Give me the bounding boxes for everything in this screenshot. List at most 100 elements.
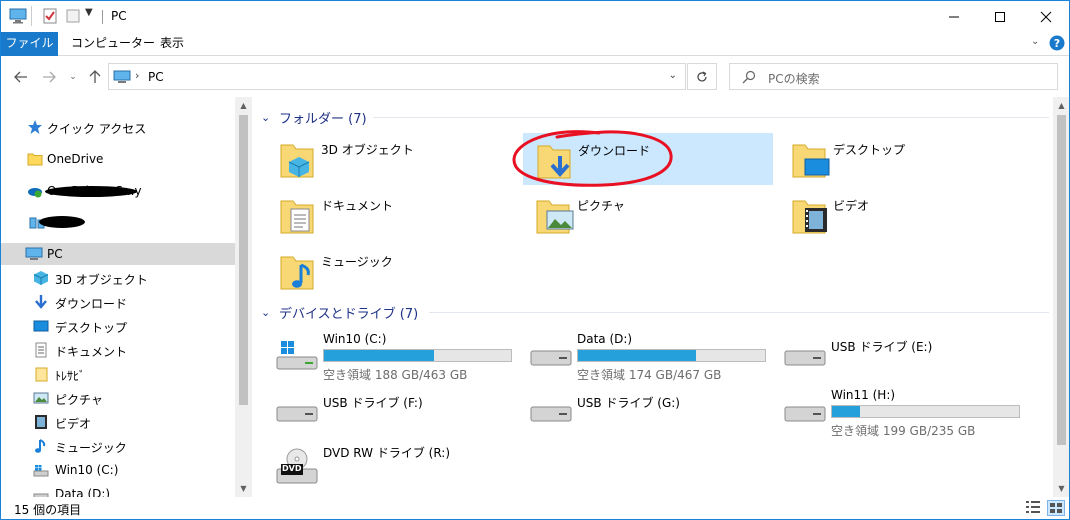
close-button[interactable] xyxy=(1023,1,1069,32)
search-icon xyxy=(742,70,756,87)
drive-tile-g[interactable]: USB ドライブ (G:) xyxy=(521,385,771,437)
maximize-button[interactable] xyxy=(977,1,1023,32)
drive-tile-f[interactable]: USB ドライブ (F:) xyxy=(267,385,517,437)
recent-locations-dropdown-icon[interactable]: ⌄ xyxy=(65,69,81,85)
folder-icon xyxy=(33,366,49,382)
3d-objects-folder-icon xyxy=(279,139,315,179)
folder-tile-desktop[interactable]: デスクトップ xyxy=(779,133,1029,185)
folder-name: ビデオ xyxy=(833,199,870,213)
nav-item-data-d[interactable]: Data (D:) xyxy=(1,483,235,497)
nav-label: クイック アクセス xyxy=(47,122,147,136)
back-button[interactable] xyxy=(13,69,29,85)
drive-tile-c[interactable]: Win10 (C:) 空き領域 188 GB/463 GB xyxy=(267,329,517,382)
folder-tile-downloads[interactable]: ダウンロード xyxy=(523,133,773,185)
tab-file[interactable]: ファイル xyxy=(1,32,58,56)
quick-access-toolbar-dropdown-icon[interactable]: ▼ xyxy=(85,7,93,18)
drive-usage-fill xyxy=(832,406,861,417)
drives-group-header[interactable]: ⌄ デバイスとドライブ (7) xyxy=(261,302,1051,322)
scroll-down-icon[interactable]: ▼ xyxy=(1053,480,1069,497)
dvd-drive-icon: DVD xyxy=(275,447,319,487)
properties-icon[interactable] xyxy=(42,8,58,27)
close-icon xyxy=(1040,11,1052,22)
group-divider xyxy=(373,117,1049,118)
maximize-icon xyxy=(995,11,1005,22)
refresh-button[interactable] xyxy=(687,63,717,90)
nav-item-desktop[interactable]: デスクトップ xyxy=(1,315,235,337)
drive-tile-e[interactable]: USB ドライブ (E:) xyxy=(775,329,1025,381)
drive-usage-fill xyxy=(324,350,435,361)
folder-tile-videos[interactable]: ビデオ xyxy=(779,189,1029,241)
nav-item-documents[interactable]: ドキュメント xyxy=(1,339,235,361)
nav-item-quick-access[interactable]: クイック アクセス xyxy=(1,116,235,138)
content-pane-scrollbar[interactable]: ▲ ▼ xyxy=(1053,97,1069,497)
window-title: PC xyxy=(111,9,127,23)
breadcrumb-pc[interactable]: PC xyxy=(148,70,164,84)
nav-item-win10-c[interactable]: Win10 (C:) xyxy=(1,459,235,481)
nav-label: ﾄﾚｻﾋﾞ xyxy=(55,369,86,383)
nav-item-downloads[interactable]: ダウンロード xyxy=(1,291,235,313)
windows-drive-icon xyxy=(33,462,49,478)
folder-tile-3d-objects[interactable]: 3D オブジェクト xyxy=(267,133,517,185)
nav-item-torasabi[interactable]: ﾄﾚｻﾋﾞ xyxy=(1,363,235,385)
nav-pane-scrollbar[interactable]: ▲ ▼ xyxy=(235,97,252,497)
up-button[interactable] xyxy=(87,69,103,85)
nav-label: ダウンロード xyxy=(55,297,128,311)
drive-icon xyxy=(33,486,49,497)
help-icon[interactable]: ? xyxy=(1049,35,1065,54)
music-folder-icon xyxy=(279,251,315,291)
nav-item-onedrive-business[interactable]: OneDrive - S...y xyxy=(1,180,235,202)
drive-name: Data (D:) xyxy=(577,332,633,346)
drive-icon xyxy=(783,391,827,431)
group-divider xyxy=(429,312,1049,313)
large-icons-view-icon[interactable] xyxy=(1047,500,1065,516)
redaction-mark xyxy=(39,216,85,228)
drive-tile-h[interactable]: Win11 (H:) 空き領域 199 GB/235 GB xyxy=(775,385,1025,438)
drive-tile-r[interactable]: DVD DVD RW ドライブ (R:) xyxy=(267,441,517,493)
address-dropdown-icon[interactable]: ⌄ xyxy=(669,70,677,81)
drive-name: Win10 (C:) xyxy=(323,332,387,346)
pictures-icon xyxy=(33,390,49,406)
folder-name: ドキュメント xyxy=(321,199,394,213)
pc-icon[interactable] xyxy=(9,8,27,27)
navigation-pane: クイック アクセス OneDrive OneDrive - S...y PC 3… xyxy=(1,97,235,497)
nav-item-music[interactable]: ミュージック xyxy=(1,435,235,457)
videos-folder-icon xyxy=(791,195,827,235)
folder-tile-pictures[interactable]: ピクチャ xyxy=(523,189,773,241)
new-folder-icon[interactable] xyxy=(65,8,81,27)
search-input[interactable]: PCの検索 xyxy=(729,63,1058,90)
svg-text:?: ? xyxy=(1054,37,1060,50)
documents-folder-icon xyxy=(279,195,315,235)
videos-icon xyxy=(33,414,49,430)
address-bar[interactable]: › PC ⌄ xyxy=(108,63,686,90)
folder-tile-documents[interactable]: ドキュメント xyxy=(267,189,517,241)
tab-view[interactable]: 表示 xyxy=(149,32,195,56)
minimize-button[interactable] xyxy=(931,1,977,32)
breadcrumb-chevron-icon[interactable]: › xyxy=(135,69,139,82)
nav-item-3d-objects[interactable]: 3D オブジェクト xyxy=(1,267,235,289)
ribbon-expand-chevron-icon[interactable]: ⌄ xyxy=(1031,36,1039,47)
folder-tile-music[interactable]: ミュージック xyxy=(267,245,517,297)
scrollbar-thumb[interactable] xyxy=(239,115,248,405)
forward-button[interactable] xyxy=(41,69,57,85)
scrollbar-thumb[interactable] xyxy=(1057,115,1066,445)
drive-name: DVD RW ドライブ (R:) xyxy=(323,446,451,460)
scroll-up-icon[interactable]: ▲ xyxy=(235,97,252,114)
back-arrow-icon xyxy=(14,71,27,83)
details-view-icon[interactable] xyxy=(1025,500,1043,516)
nav-item-videos[interactable]: ビデオ xyxy=(1,411,235,433)
drive-usage-fill xyxy=(578,350,696,361)
scroll-down-icon[interactable]: ▼ xyxy=(235,480,252,497)
nav-item-pictures[interactable]: ピクチャ xyxy=(1,387,235,409)
refresh-icon xyxy=(697,70,707,81)
folders-group-header[interactable]: ⌄ フォルダー (7) xyxy=(261,107,1051,127)
drive-tile-d[interactable]: Data (D:) 空き領域 174 GB/467 GB xyxy=(521,329,771,382)
pc-icon xyxy=(25,246,43,262)
nav-item-network[interactable] xyxy=(1,212,235,234)
nav-label: ドキュメント xyxy=(55,345,128,359)
drive-usage-bar xyxy=(323,349,512,362)
nav-item-onedrive[interactable]: OneDrive xyxy=(1,148,235,170)
nav-item-pc[interactable]: PC xyxy=(1,243,235,265)
nav-label: デスクトップ xyxy=(55,321,128,335)
scroll-up-icon[interactable]: ▲ xyxy=(1053,97,1069,114)
group-title: フォルダー (7) xyxy=(279,111,367,127)
